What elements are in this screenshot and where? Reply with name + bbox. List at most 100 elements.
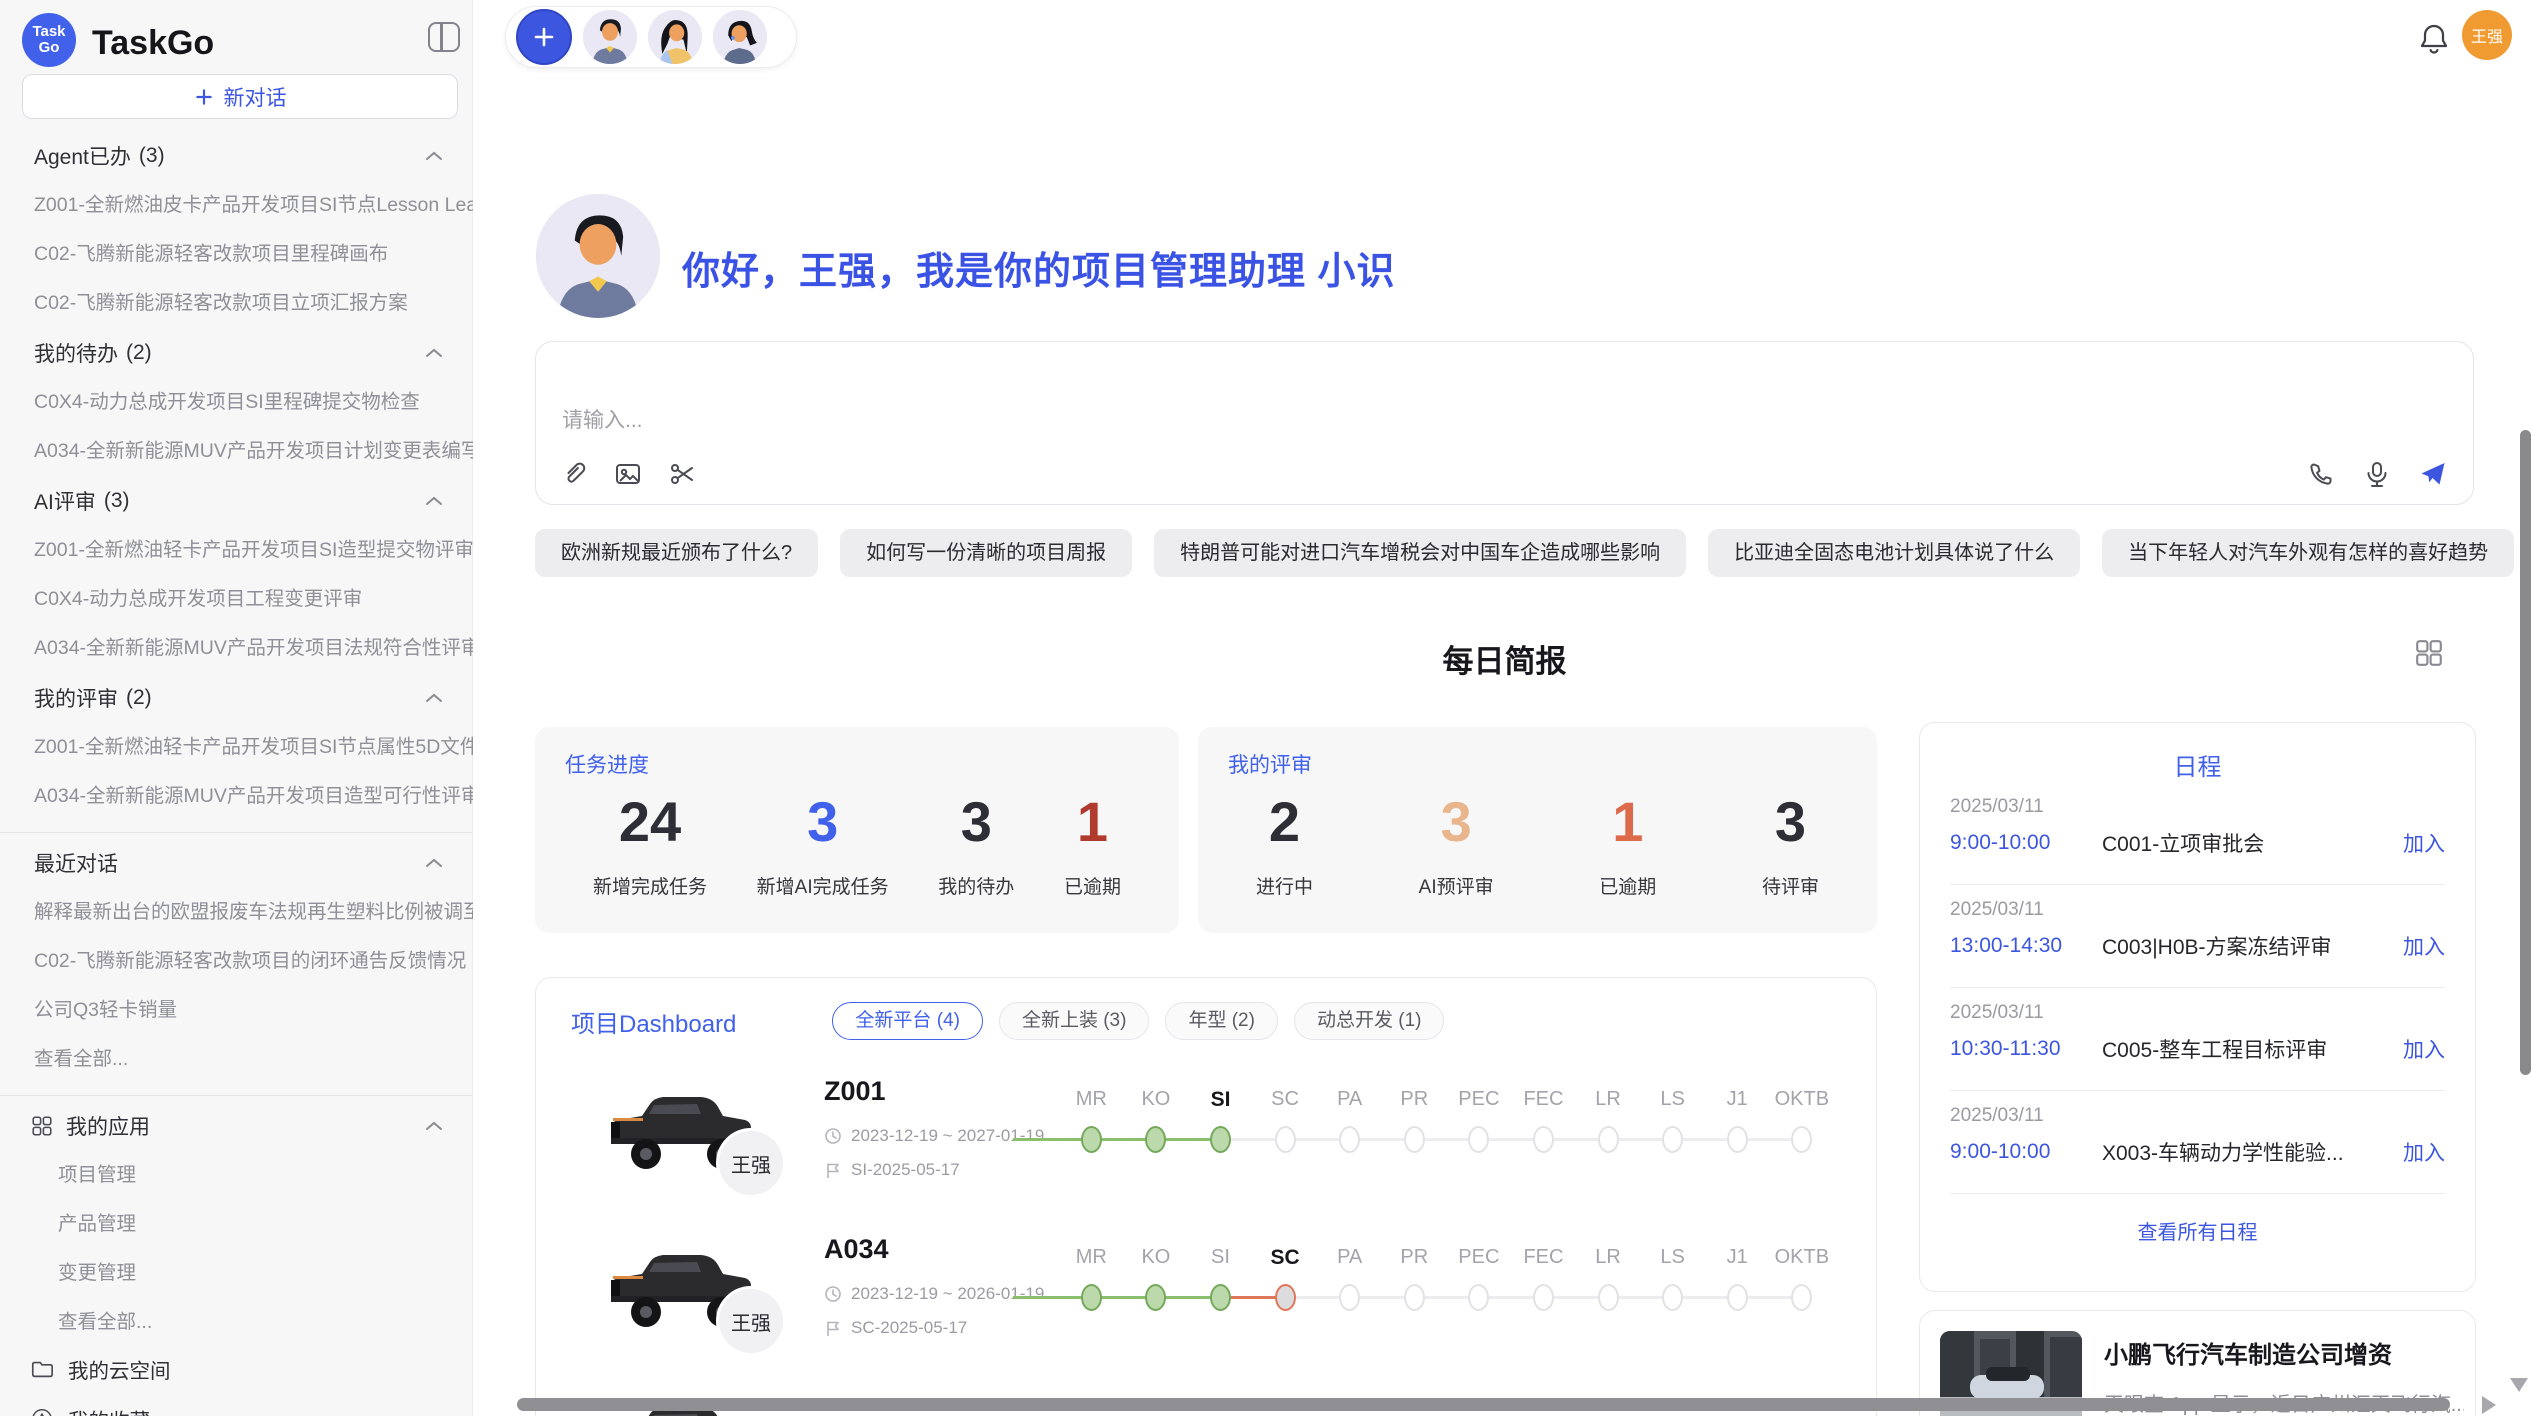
recent-conversation-item[interactable]: 解释最新出台的欧盟报废车法规再生塑料比例被调至15%...	[0, 885, 473, 934]
send-icon[interactable]	[2419, 460, 2447, 488]
milestone-label: LS	[1660, 1088, 1684, 1114]
milestone-label: J1	[1727, 1088, 1748, 1114]
stat-label: 新增完成任务	[593, 872, 707, 899]
suggestion-chip[interactable]: 欧洲新规最近颁布了什么?	[535, 529, 818, 577]
schedule-time: 10:30-11:30	[1950, 1037, 2102, 1061]
stat-label: 新增AI完成任务	[757, 872, 889, 899]
milestone-dot	[1468, 1126, 1489, 1153]
new-chat-button[interactable]: 新对话	[22, 74, 458, 119]
milestone-line	[1013, 1296, 1091, 1299]
project-flag: SI-2025-05-17	[851, 1160, 960, 1180]
recent-view-all[interactable]: 查看全部...	[0, 1032, 473, 1081]
sidebar-task-item[interactable]: A034-全新新能源MUV产品开发项目造型可行性评审	[0, 769, 473, 818]
schedule-event-title: C005-整车工程目标评审	[2102, 1034, 2403, 1064]
sidebar-task-item[interactable]: Z001-全新燃油皮卡产品开发项目SI节点Lesson Learn报告	[0, 178, 473, 227]
milestone-label: LR	[1595, 1088, 1621, 1114]
suggestion-chip[interactable]: 如何写一份清晰的项目周报	[840, 529, 1132, 577]
horizontal-scrollbar[interactable]	[517, 1398, 2450, 1411]
join-link[interactable]: 加入	[2403, 1137, 2445, 1167]
milestone-dot	[1662, 1284, 1683, 1311]
scissors-icon[interactable]	[668, 460, 696, 488]
join-link[interactable]: 加入	[2403, 1034, 2445, 1064]
agent-avatar[interactable]	[713, 10, 767, 64]
scroll-down-arrow-icon[interactable]	[2510, 1378, 2528, 1392]
stat-item: 3 我的待办	[938, 789, 1014, 899]
notification-bell-icon[interactable]	[2418, 22, 2450, 58]
milestone-label: SC	[1271, 1088, 1299, 1114]
microphone-icon[interactable]	[2363, 460, 2391, 488]
join-link[interactable]: 加入	[2403, 828, 2445, 858]
milestone-dot	[1210, 1126, 1231, 1153]
phone-icon[interactable]	[2307, 460, 2335, 488]
image-icon[interactable]	[614, 460, 642, 488]
chevron-up-icon[interactable]	[425, 858, 443, 868]
sidebar-task-item[interactable]: Z001-全新燃油轻卡产品开发项目SI造型提交物评审	[0, 523, 473, 572]
sidebar-task-item[interactable]: Z001-全新燃油轻卡产品开发项目SI节点属性5D文件评审	[0, 720, 473, 769]
schedule-title: 日程	[1950, 747, 2445, 782]
agent-switcher	[505, 6, 797, 68]
attachment-icon[interactable]	[560, 460, 588, 488]
apps-view-all[interactable]: 查看全部...	[0, 1295, 473, 1344]
schedule-date: 2025/03/11	[1950, 1002, 2445, 1024]
milestone: PA	[1317, 1088, 1382, 1153]
star-circle-icon	[30, 1407, 54, 1416]
milestone-dot	[1598, 1284, 1619, 1311]
section-header-my-apps[interactable]: 我的应用	[0, 1098, 473, 1148]
greeting-text: 你好，王强，我是你的项目管理助理 小识	[682, 240, 1396, 295]
milestone-label: MR	[1076, 1246, 1107, 1272]
my-favorites[interactable]: 我的收藏	[0, 1394, 473, 1416]
section-header-recent[interactable]: 最近对话	[0, 835, 473, 885]
suggestion-chip[interactable]: 特朗普可能对进口汽车增税会对中国车企造成哪些影响	[1154, 529, 1686, 577]
recent-conversation-item[interactable]: C02-飞腾新能源轻客改款项目的闭环通告反馈情况	[0, 934, 473, 983]
sidebar-task-item[interactable]: C02-飞腾新能源轻客改款项目立项汇报方案	[0, 276, 473, 325]
recent-conversation-item[interactable]: 公司Q3轻卡销量	[0, 983, 473, 1032]
project-row[interactable]: 王强 Z001 2023-12-19 ~ 2027-01-19 SI-2025-…	[536, 1068, 1876, 1220]
schedule-time: 13:00-14:30	[1950, 934, 2102, 958]
filter-pill[interactable]: 全新平台 (4)	[832, 1002, 983, 1040]
user-avatar[interactable]: 王强	[2462, 10, 2512, 60]
sidebar-task-item[interactable]: C0X4-动力总成开发项目SI里程碑提交物检查	[0, 375, 473, 424]
suggestion-chips: 欧洲新规最近颁布了什么? 如何写一份清晰的项目周报 特朗普可能对进口汽车增税会对…	[535, 529, 2514, 577]
section-header-my-todo[interactable]: 我的待办(2)	[0, 325, 473, 375]
chevron-up-icon[interactable]	[425, 348, 443, 358]
stat-value: 1	[1612, 789, 1643, 854]
sidebar-task-item[interactable]: C02-飞腾新能源轻客改款项目里程碑画布	[0, 227, 473, 276]
agent-avatar[interactable]	[648, 10, 702, 64]
scroll-right-arrow-icon[interactable]	[2482, 1396, 2496, 1414]
suggestion-chip[interactable]: 当下年轻人对汽车外观有怎样的喜好趋势	[2102, 529, 2514, 577]
chevron-up-icon[interactable]	[425, 1121, 443, 1131]
stat-value: 3	[961, 789, 992, 854]
milestone-dot	[1081, 1284, 1102, 1311]
message-composer[interactable]: 请输入...	[535, 341, 2474, 505]
agent-avatar[interactable]	[583, 10, 637, 64]
stat-label: AI预评审	[1419, 872, 1494, 899]
app-item[interactable]: 变更管理	[0, 1246, 473, 1295]
chevron-up-icon[interactable]	[425, 496, 443, 506]
add-agent-button[interactable]	[516, 9, 572, 65]
filter-pill[interactable]: 年型 (2)	[1165, 1002, 1278, 1040]
my-cloud-space[interactable]: 我的云空间	[0, 1344, 473, 1394]
app-item[interactable]: 项目管理	[0, 1148, 473, 1197]
project-row[interactable]: 王强 A034 2023-12-19 ~ 2026-01-19 SC-2025-…	[536, 1226, 1876, 1378]
schedule-event-title: X003-车辆动力学性能验...	[2102, 1137, 2403, 1167]
filter-pill[interactable]: 全新上装 (3)	[999, 1002, 1150, 1040]
logo-text-bottom: Go	[39, 40, 60, 56]
view-all-schedule-link[interactable]: 查看所有日程	[1950, 1216, 2445, 1245]
sidebar-collapse-icon[interactable]	[428, 22, 460, 52]
sidebar-task-item[interactable]: C0X4-动力总成开发项目工程变更评审	[0, 572, 473, 621]
vertical-scrollbar[interactable]	[2520, 430, 2531, 1075]
schedule-item: 2025/03/11 9:00-10:00 C001-立项审批会 加入	[1950, 782, 2445, 885]
section-header-ai-review[interactable]: AI评审(3)	[0, 473, 473, 523]
chevron-up-icon[interactable]	[425, 693, 443, 703]
sidebar-task-item[interactable]: A034-全新新能源MUV产品开发项目法规符合性评审	[0, 621, 473, 670]
app-item[interactable]: 产品管理	[0, 1197, 473, 1246]
section-header-my-review[interactable]: 我的评审(2)	[0, 670, 473, 720]
filter-pill[interactable]: 动总开发 (1)	[1294, 1002, 1445, 1040]
suggestion-chip[interactable]: 比亚迪全固态电池计划具体说了什么	[1708, 529, 2080, 577]
layout-grid-icon[interactable]	[2414, 638, 2444, 668]
join-link[interactable]: 加入	[2403, 931, 2445, 961]
section-header-agent-done[interactable]: Agent已办(3)	[0, 128, 473, 178]
milestone: FEC	[1511, 1246, 1576, 1311]
chevron-up-icon[interactable]	[425, 151, 443, 161]
sidebar-task-item[interactable]: A034-全新新能源MUV产品开发项目计划变更表编写	[0, 424, 473, 473]
